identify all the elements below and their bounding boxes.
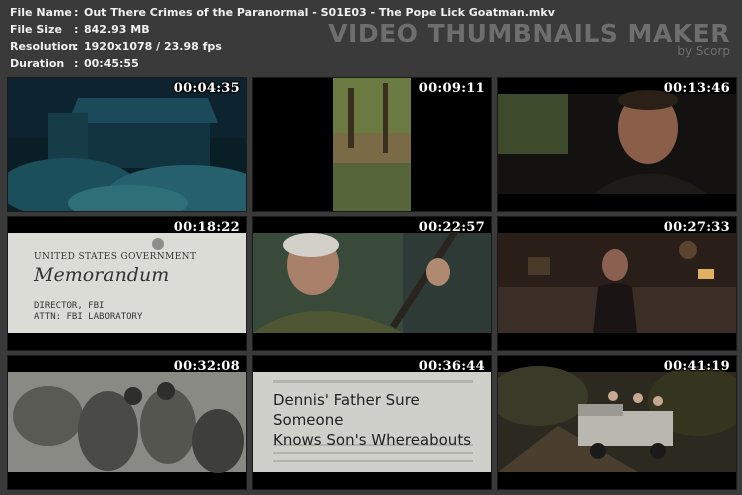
thumbnail-image [498, 78, 736, 211]
duration-row: Duration:00:45:55 [10, 57, 139, 74]
memo-attn: ATTN: FBI LABORATORY [34, 312, 143, 322]
memo-title: Memorandum [34, 264, 170, 286]
thumbnail-3[interactable]: 00:13:46 [497, 77, 737, 212]
timestamp: 00:09:11 [418, 81, 485, 96]
thumbnail-7[interactable]: 00:32:08 [7, 355, 247, 490]
thumbnail-image [8, 78, 246, 211]
thumbnail-image [498, 356, 736, 489]
resolution-value: 1920x1078 / 23.98 fps [84, 40, 222, 53]
duration-value: 00:45:55 [84, 57, 139, 70]
separator: : [74, 23, 79, 36]
thumbnail-image [8, 356, 246, 489]
file-size-label: File Size [10, 23, 62, 36]
timestamp: 00:18:22 [173, 220, 240, 235]
timestamp: 00:41:19 [663, 359, 730, 374]
file-size-value: 842.93 MB [84, 23, 150, 36]
memo-to: DIRECTOR, FBI [34, 301, 105, 311]
duration-label: Duration [10, 57, 65, 70]
headline-line-1: Dennis' Father Sure Someone [273, 391, 420, 429]
thumbnail-grid: 00:04:35 00:09:11 00:13:46 UNITED STATES… [7, 77, 738, 490]
file-name-value: Out There Crimes of the Paranormal - S01… [84, 6, 555, 19]
thumbnail-9[interactable]: 00:41:19 [497, 355, 737, 490]
thumbnail-6[interactable]: 00:27:33 [497, 216, 737, 351]
thumbnail-2[interactable]: 00:09:11 [252, 77, 492, 212]
file-size-row: File Size:842.93 MB [10, 23, 150, 40]
timestamp: 00:32:08 [173, 359, 240, 374]
separator: : [74, 6, 79, 19]
file-name-label: File Name [10, 6, 72, 19]
newspaper-headline: Dennis' Father Sure Someone Knows Son's … [273, 390, 491, 450]
brand-name: VIDEO THUMBNAILS MAKER [328, 19, 730, 48]
resolution-row: Resolution: 1920x1078 / 23.98 fps [10, 40, 222, 57]
thumbnail-image [253, 217, 491, 350]
brand-logo: VIDEO THUMBNAILS MAKER by Scorp [328, 20, 730, 57]
headline-line-2: Knows Son's Whereabouts [273, 431, 472, 449]
thumbnail-4[interactable]: UNITED STATES GOVERNMENT Memorandum DIRE… [7, 216, 247, 351]
separator: : [74, 57, 79, 70]
thumbnail-image [498, 217, 736, 350]
separator: : [74, 40, 79, 53]
timestamp: 00:36:44 [418, 359, 485, 374]
timestamp: 00:22:57 [418, 220, 485, 235]
info-header: File Name: Out There Crimes of the Parano… [0, 0, 742, 75]
timestamp: 00:27:33 [663, 220, 730, 235]
thumbnail-8[interactable]: Dennis' Father Sure Someone Knows Son's … [252, 355, 492, 490]
memo-header: UNITED STATES GOVERNMENT [34, 252, 197, 262]
thumbnail-1[interactable]: 00:04:35 [7, 77, 247, 212]
resolution-label: Resolution [10, 40, 77, 53]
thumbnail-image [253, 78, 491, 211]
timestamp: 00:04:35 [173, 81, 240, 96]
timestamp: 00:13:46 [663, 81, 730, 96]
thumbnail-5[interactable]: 00:22:57 [252, 216, 492, 351]
